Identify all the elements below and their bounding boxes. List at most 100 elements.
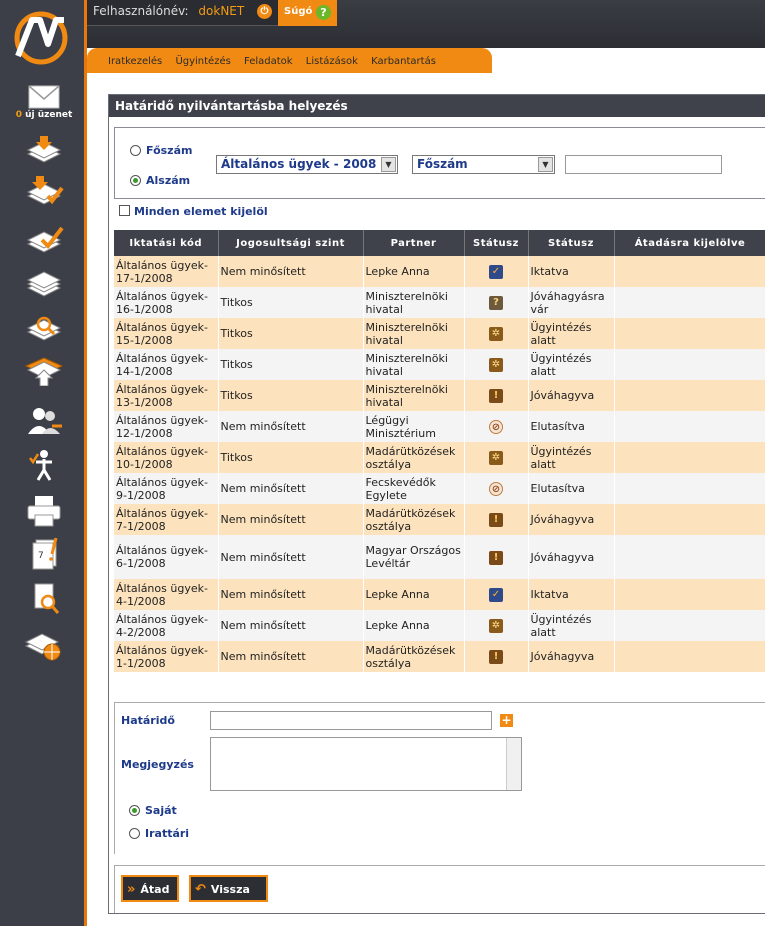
column-header-status[interactable]: Státusz xyxy=(528,230,615,256)
docs-globe-icon[interactable] xyxy=(22,628,66,662)
table-row[interactable]: Általános ügyek-16-1/2008 Titkos Miniszter… xyxy=(114,287,765,318)
table-row[interactable]: Általános ügyek-9-1/2008 Nem minősített Fe… xyxy=(114,473,765,504)
action-bar: » Átad ↶ Vissza xyxy=(114,865,765,913)
cell-transfer[interactable] xyxy=(614,535,765,579)
nav-item-ugyintezes[interactable]: Ügyintézés xyxy=(175,56,230,67)
cell-partner: Magyar Országos Levéltár xyxy=(363,535,465,579)
cell-transfer[interactable] xyxy=(614,411,765,442)
printer-icon[interactable] xyxy=(22,494,66,528)
cell-status-icon: ! xyxy=(464,380,529,411)
radio-sub-number[interactable] xyxy=(130,175,141,186)
nav-item-karbantartas[interactable]: Karbantartás xyxy=(371,56,436,67)
cell-status: Iktatva xyxy=(528,256,615,287)
prohibited-icon: ⊘ xyxy=(489,481,503,496)
logout-icon[interactable]: ⏻ xyxy=(257,4,272,19)
double-chevron-right-icon: » xyxy=(127,882,136,897)
table-row[interactable]: Általános ügyek-4-2/2008 Nem minősített Le… xyxy=(114,610,765,641)
cell-status: Iktatva xyxy=(528,579,615,610)
cell-status: Jóváhagyásra vár xyxy=(528,287,615,318)
table-header-row: Iktatási kód Jogosultsági szint Partner … xyxy=(114,230,765,256)
cell-partner: Madárütközések osztálya xyxy=(363,442,465,473)
cell-code: Általános ügyek-1-1/2008 xyxy=(114,641,219,672)
deadline-input[interactable] xyxy=(210,711,492,730)
message-counter[interactable]: 0 új üzenet xyxy=(4,110,84,120)
submit-button[interactable]: » Átad xyxy=(121,875,179,902)
radio-own[interactable] xyxy=(129,805,140,816)
column-header-code[interactable]: Iktatási kód xyxy=(114,230,219,256)
cell-status: Ügyintézés alatt xyxy=(528,610,615,641)
cell-transfer[interactable] xyxy=(614,610,765,641)
radio-archive[interactable] xyxy=(129,828,140,839)
document-search-icon[interactable] xyxy=(22,582,66,616)
column-header-level[interactable]: Jogosultsági szint xyxy=(218,230,364,256)
cell-level: Nem minősített xyxy=(218,610,364,641)
cell-transfer[interactable] xyxy=(614,579,765,610)
cell-transfer[interactable] xyxy=(614,256,765,287)
docs-check-icon[interactable] xyxy=(22,222,66,256)
docs-search-icon[interactable] xyxy=(22,310,66,344)
comment-label: Megjegyzés xyxy=(121,758,194,771)
person-task-icon[interactable] xyxy=(22,448,66,482)
user-label: Felhasználónév: xyxy=(93,4,189,18)
comment-scrollbar[interactable] xyxy=(506,738,521,790)
check-icon: ✓ xyxy=(489,265,503,279)
inbox-check-icon[interactable] xyxy=(22,174,66,208)
date-picker-icon[interactable]: + xyxy=(500,714,513,727)
help-button[interactable]: Súgó ? xyxy=(278,0,337,26)
users-icon[interactable] xyxy=(22,404,66,438)
column-header-status-icon[interactable]: Státusz xyxy=(464,230,529,256)
column-header-partner[interactable]: Partner xyxy=(363,230,465,256)
docs-stack-icon[interactable] xyxy=(22,266,66,300)
calendar-icon[interactable]: 7 xyxy=(22,536,66,570)
cell-status: Jóváhagyva xyxy=(528,380,615,411)
inbox-stack-icon[interactable] xyxy=(22,134,66,168)
cell-status-icon: ! xyxy=(464,535,529,579)
select-all[interactable]: Minden elemet kijelöl xyxy=(119,205,268,218)
table-row[interactable]: Általános ügyek-15-1/2008 Titkos Miniszter… xyxy=(114,318,765,349)
cell-level: Titkos xyxy=(218,380,364,411)
cell-status-icon: ! xyxy=(464,641,529,672)
table-row[interactable]: Általános ügyek-1-1/2008 Nem minősített Ma… xyxy=(114,641,765,672)
exclamation-icon: ! xyxy=(489,389,503,403)
gear-icon: ✲ xyxy=(489,358,503,372)
radio-main-number[interactable] xyxy=(130,145,141,156)
table-row[interactable]: Általános ügyek-13-1/2008 Titkos Miniszter… xyxy=(114,380,765,411)
cell-status-icon: ✲ xyxy=(464,610,529,641)
main-panel: Határidő nyilvántartásba helyezés Főszám… xyxy=(108,94,765,914)
nav-item-feladatok[interactable]: Feladatok xyxy=(244,56,293,67)
table-row[interactable]: Általános ügyek-14-1/2008 Titkos Miniszter… xyxy=(114,349,765,380)
table-row[interactable]: Általános ügyek-7-1/2008 Nem minősített Ma… xyxy=(114,504,765,535)
select-all-checkbox[interactable] xyxy=(119,205,130,216)
docs-upload-icon[interactable] xyxy=(22,352,66,386)
select-all-label: Minden elemet kijelöl xyxy=(134,205,268,218)
table-row[interactable]: Általános ügyek-4-1/2008 Nem minősített Le… xyxy=(114,579,765,610)
cell-partner: Madárütközések osztálya xyxy=(363,504,465,535)
chevron-down-icon: ▼ xyxy=(538,157,553,172)
question-icon: ? xyxy=(489,296,503,310)
nav-item-listazasok[interactable]: Listázások xyxy=(306,56,358,67)
back-button[interactable]: ↶ Vissza xyxy=(189,875,268,902)
table-row[interactable]: Általános ügyek-17-1/2008 Nem minősített L… xyxy=(114,256,765,287)
search-input[interactable] xyxy=(565,155,722,174)
nav-item-iratkezeles[interactable]: Iratkezelés xyxy=(108,56,162,67)
cell-transfer[interactable] xyxy=(614,442,765,473)
column-header-transfer[interactable]: Átadásra kijelölve xyxy=(614,230,765,256)
comment-textarea[interactable] xyxy=(210,737,522,791)
cell-transfer[interactable] xyxy=(614,318,765,349)
number-type-select[interactable]: Főszám ▼ xyxy=(412,155,555,174)
cell-transfer[interactable] xyxy=(614,473,765,504)
top-bar: Felhasználónév: dokNET ⏻ Súgó ? xyxy=(87,0,765,48)
table-row[interactable]: Általános ügyek-12-1/2008 Nem minősített L… xyxy=(114,411,765,442)
cell-code: Általános ügyek-7-1/2008 xyxy=(114,504,219,535)
category-select[interactable]: Általános ügyek - 2008 ▼ xyxy=(216,155,398,174)
cell-status: Ügyintézés alatt xyxy=(528,349,615,380)
cell-transfer[interactable] xyxy=(614,349,765,380)
cell-transfer[interactable] xyxy=(614,287,765,318)
page-title: Határidő nyilvántartásba helyezés xyxy=(109,95,765,117)
radio-archive-label: Irattári xyxy=(145,827,190,840)
cell-transfer[interactable] xyxy=(614,380,765,411)
cell-transfer[interactable] xyxy=(614,504,765,535)
table-row[interactable]: Általános ügyek-10-1/2008 Titkos Madárütkö… xyxy=(114,442,765,473)
cell-transfer[interactable] xyxy=(614,641,765,672)
table-row[interactable]: Általános ügyek-6-1/2008 Nem minősített Ma… xyxy=(114,535,765,579)
